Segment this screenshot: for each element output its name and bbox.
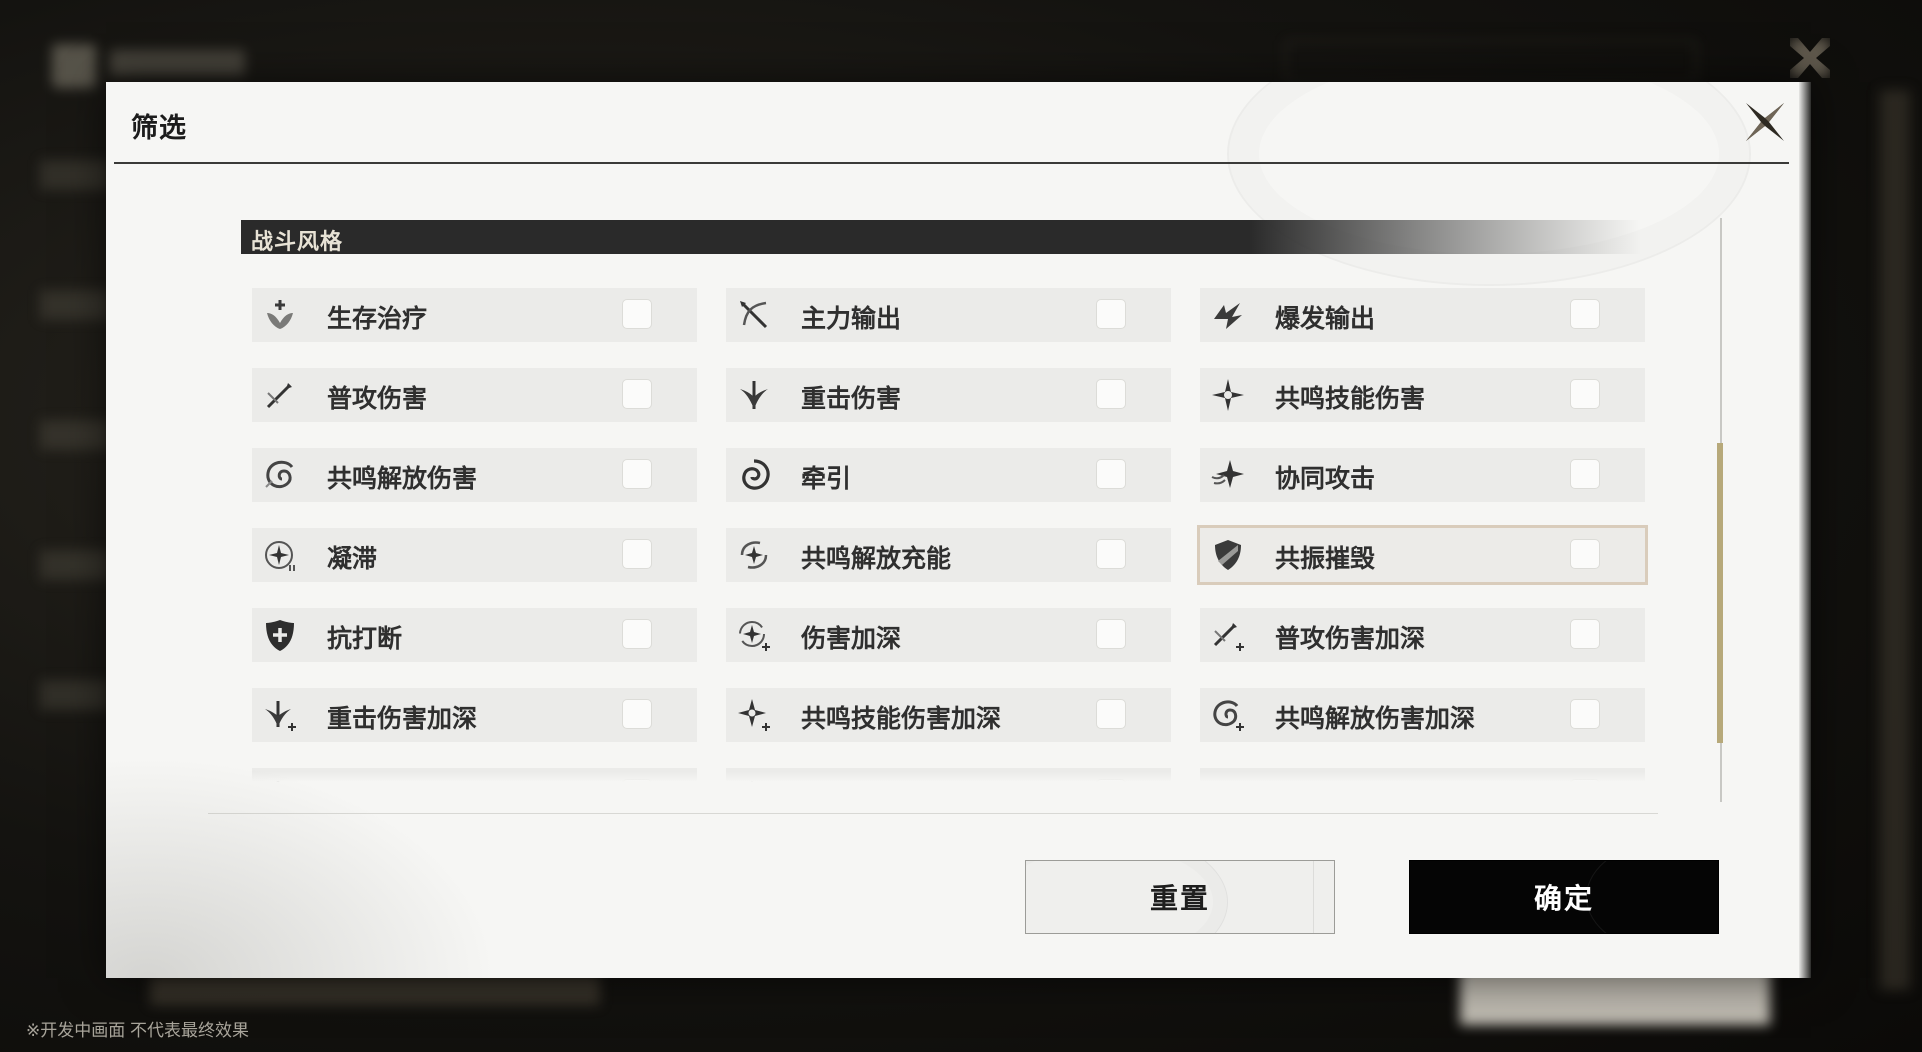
heal-icon [262,297,298,333]
confirm-button[interactable]: 确定 [1409,860,1719,934]
resonance-skill-icon [1210,377,1246,413]
filter-checkbox[interactable] [1096,379,1126,409]
filter-option[interactable]: 伤害加深 [726,608,1171,662]
filter-checkbox[interactable] [1570,379,1600,409]
title-divider [114,162,1789,164]
section-header: 战斗风格 [241,220,1641,254]
glacio-amplify-icon [262,777,298,782]
filter-option[interactable]: 牵引 [726,448,1171,502]
filter-checkbox[interactable] [622,459,652,489]
filter-option-label: 共鸣技能伤害 [1275,385,1426,413]
scrollbar-thumb[interactable] [1717,443,1723,743]
resonance-skill-amplify-icon [736,697,772,733]
pull-icon [736,457,772,493]
scroll-fade [226,772,1661,782]
filter-option-label: 共鸣解放伤害加深 [1275,705,1476,733]
basic-attack-amplify-icon [1210,617,1246,653]
filter-option-label: 伤害加深 [801,625,902,653]
filter-option-label: 主力输出 [801,305,902,333]
filter-option[interactable]: 生存治疗 [252,288,697,342]
filter-option-label: 抗打断 [327,625,403,653]
background-right-strip [1880,90,1910,990]
close-button[interactable] [1740,97,1790,147]
filter-option[interactable]: 重击伤害加深 [252,688,697,742]
liberation-energy-icon [736,537,772,573]
filter-option-label: 冷凝伤害加深 [327,779,477,782]
background-topbar [1285,40,1697,82]
coordinated-attack-icon [1210,457,1246,493]
basic-attack-icon [262,377,298,413]
filter-option-label: 共鸣技能伤害加深 [801,705,1002,733]
list-bottom-divider [208,813,1658,814]
filter-option-label: 共振摧毁 [1275,545,1376,573]
filter-checkbox[interactable] [622,619,652,649]
filter-checkbox[interactable] [1096,619,1126,649]
filter-option-label: 重击伤害加深 [327,705,478,733]
burst-dps-icon [1210,297,1246,333]
stagnate-icon [262,537,298,573]
filter-option-label: 共鸣解放充能 [801,545,952,573]
background-sidebar [40,160,110,780]
filter-dialog: 筛选 战斗风格 生存治疗 主力输出 爆发输出普攻伤害 重击伤害 共鸣技能伤害共鸣解放伤害… [106,82,1811,978]
shield-break-icon [1210,537,1246,573]
anti-interrupt-icon [262,617,298,653]
filter-option-label: 共鸣解放伤害 [327,465,478,493]
filter-checkbox[interactable] [1096,299,1126,329]
footer-note: ※开发中画面 不代表最终效果 [26,1021,249,1040]
filter-option-label: 凝滞 [327,545,378,573]
heavy-attack-amplify-icon [262,697,298,733]
filter-option[interactable]: 协同攻击 [1200,448,1645,502]
main-dps-icon [736,297,772,333]
close-icon [1746,103,1784,141]
resonance-liberation-icon [262,457,298,493]
filter-option[interactable]: 抗打断 [252,608,697,662]
filter-option[interactable]: 爆发输出 [1200,288,1645,342]
filter-checkbox[interactable] [622,539,652,569]
filter-checkbox[interactable] [1096,699,1126,729]
filter-checkbox[interactable] [1570,619,1600,649]
filter-checkbox[interactable] [622,699,652,729]
confirm-button-label: 确定 [1533,883,1594,914]
filter-option[interactable]: 共鸣解放伤害 [252,448,697,502]
filter-option-label: 普攻伤害 [327,385,428,413]
filter-option-label: 重击伤害 [801,385,902,413]
filter-option[interactable]: 主力输出 [726,288,1171,342]
section-title: 战斗风格 [251,229,344,254]
filter-option[interactable]: 共鸣解放充能 [726,528,1171,582]
filter-option[interactable]: 共振摧毁 [1197,525,1648,585]
filter-checkbox[interactable] [1570,699,1600,729]
filter-option[interactable]: 重击伤害 [726,368,1171,422]
background-title [110,50,245,76]
filter-checkbox[interactable] [1570,299,1600,329]
filter-option[interactable]: 共鸣解放伤害加深 [1200,688,1645,742]
background-bottom-bar [150,975,600,1005]
filter-option-label: 生存治疗 [327,305,428,333]
filter-checkbox[interactable] [622,299,652,329]
reset-button-label: 重置 [1149,883,1210,914]
filter-option[interactable]: 共鸣技能伤害 [1200,368,1645,422]
filter-option-label: 普攻伤害加深 [1275,625,1426,653]
filter-scroll-area[interactable]: 战斗风格 生存治疗 主力输出 爆发输出普攻伤害 重击伤害 共鸣技能伤害共鸣解放伤害 牵引 协… [226,202,1661,782]
filter-checkbox[interactable] [1096,459,1126,489]
damage-amplify-icon [736,617,772,653]
filter-option-label: 爆发输出 [1275,305,1376,333]
filter-option[interactable]: 凝滞 [252,528,697,582]
filter-option[interactable]: 普攻伤害 [252,368,697,422]
background-logo [52,44,96,88]
reset-button[interactable]: 重置 [1025,860,1335,934]
heavy-attack-icon [736,377,772,413]
filter-checkbox[interactable] [1570,539,1600,569]
filter-option[interactable]: 普攻伤害加深 [1200,608,1645,662]
filter-option-label: 牵引 [801,465,852,493]
filter-checkbox[interactable] [1096,539,1126,569]
filter-option-label: 协同攻击 [1275,465,1376,493]
dialog-edge [1799,82,1811,978]
filter-checkbox[interactable] [622,379,652,409]
filter-option[interactable]: 共鸣技能伤害加深 [726,688,1171,742]
filter-checkbox[interactable] [1570,459,1600,489]
dialog-title: 筛选 [131,113,187,143]
resonance-liberation-amplify-icon [1210,697,1246,733]
